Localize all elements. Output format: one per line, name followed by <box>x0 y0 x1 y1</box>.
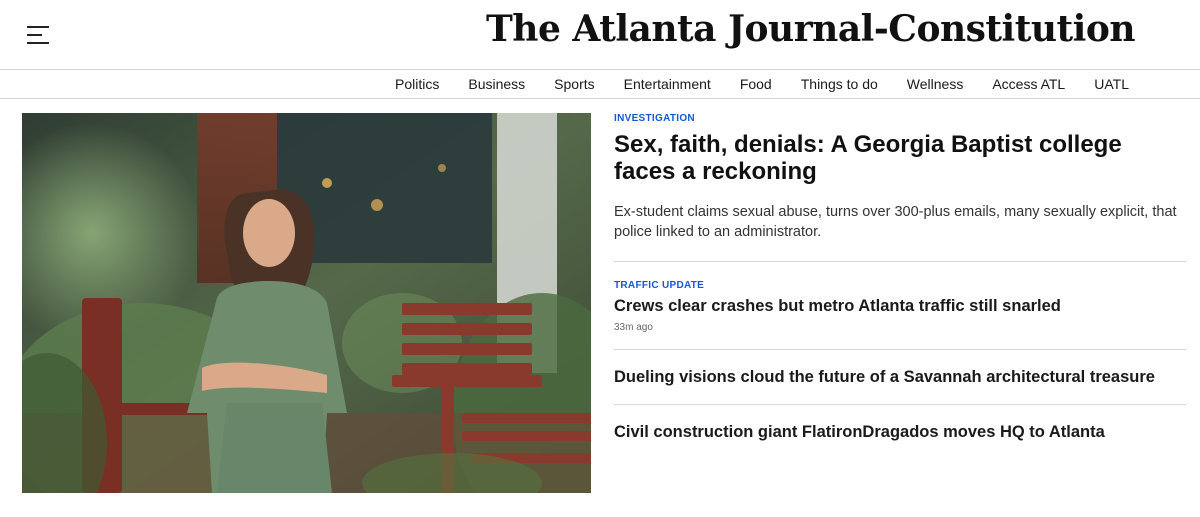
story-headline-traffic[interactable]: Crews clear crashes but metro Atlanta tr… <box>614 295 1186 317</box>
section-nav: Politics Business Sports Entertainment F… <box>0 69 1200 99</box>
nav-item-uatl[interactable]: UATL <box>1094 76 1129 92</box>
lead-story-photo[interactable] <box>22 113 591 493</box>
story-timestamp: 33m ago <box>614 322 653 333</box>
divider <box>614 349 1186 350</box>
site-logo[interactable]: The Atlanta Journal-Constitution <box>486 8 1136 50</box>
story-headline-savannah[interactable]: Dueling visions cloud the future of a Sa… <box>614 366 1186 388</box>
lead-description: Ex-student claims sexual abuse, turns ov… <box>614 204 1177 240</box>
nav-item-politics[interactable]: Politics <box>395 76 439 92</box>
nav-item-access-atl[interactable]: Access ATL <box>992 76 1065 92</box>
story-headline-flatiron[interactable]: Civil construction giant FlatironDragado… <box>614 421 1186 443</box>
nav-item-sports[interactable]: Sports <box>554 76 594 92</box>
nav-item-entertainment[interactable]: Entertainment <box>624 76 711 92</box>
lead-kicker[interactable]: INVESTIGATION <box>614 113 1186 124</box>
divider <box>614 404 1186 405</box>
nav-item-things-to-do[interactable]: Things to do <box>801 76 878 92</box>
top-stories-column: INVESTIGATION Sex, faith, denials: A Geo… <box>614 113 1186 443</box>
lead-headline[interactable]: Sex, faith, denials: A Georgia Baptist c… <box>614 131 1186 185</box>
traffic-kicker[interactable]: TRAFFIC UPDATE <box>614 280 1186 291</box>
nav-item-food[interactable]: Food <box>740 76 772 92</box>
hamburger-menu-icon[interactable] <box>27 26 51 46</box>
divider <box>614 261 1186 262</box>
nav-item-business[interactable]: Business <box>468 76 525 92</box>
nav-item-wellness[interactable]: Wellness <box>907 76 964 92</box>
masthead: The Atlanta Journal-Constitution <box>0 0 1200 70</box>
